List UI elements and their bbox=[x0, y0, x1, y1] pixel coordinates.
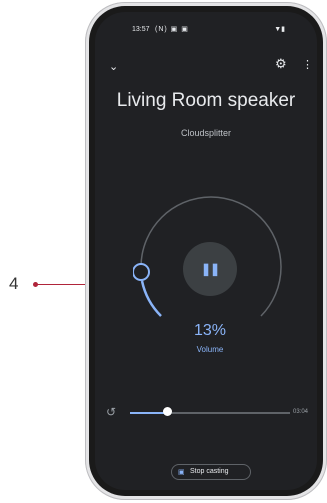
status-bar: 13:57 (N) ▣ ▣ ▼▮ bbox=[95, 12, 317, 42]
stop-casting-button[interactable]: ▣ Stop casting bbox=[171, 464, 251, 480]
replay-icon[interactable]: ↺ bbox=[106, 405, 116, 419]
cast-icon: ▣ bbox=[178, 469, 185, 476]
more-vert-icon[interactable]: ⋮ bbox=[302, 58, 313, 71]
status-time: 13:57 bbox=[132, 26, 150, 33]
track-duration: 03:04 bbox=[293, 409, 309, 415]
status-notification-icons: (N) ▣ ▣ bbox=[155, 26, 189, 33]
pause-icon: ❚❚ bbox=[200, 262, 220, 276]
status-system-icons: ▼▮ bbox=[274, 26, 285, 33]
device-name: Living Room speaker bbox=[116, 90, 296, 111]
callout-number: 4 bbox=[9, 274, 19, 293]
seek-bar[interactable] bbox=[130, 412, 290, 414]
gear-icon[interactable]: ⚙ bbox=[275, 56, 287, 72]
volume-ring-fill bbox=[140, 280, 162, 317]
app-name: Cloudsplitter bbox=[180, 128, 232, 138]
cast-control-screen: 13:57 (N) ▣ ▣ ▼▮ ⌄ ⚙ ⋮ Living Room speak… bbox=[95, 12, 317, 490]
pause-button[interactable]: ❚❚ bbox=[183, 242, 237, 296]
volume-slider-thumb[interactable] bbox=[133, 263, 150, 281]
seek-bar-thumb[interactable] bbox=[163, 407, 172, 416]
volume-label: Volume bbox=[196, 345, 224, 354]
volume-percent: 13% bbox=[193, 322, 227, 339]
chevron-down-icon[interactable]: ⌄ bbox=[109, 60, 118, 73]
stop-casting-label: Stop casting bbox=[190, 468, 229, 475]
